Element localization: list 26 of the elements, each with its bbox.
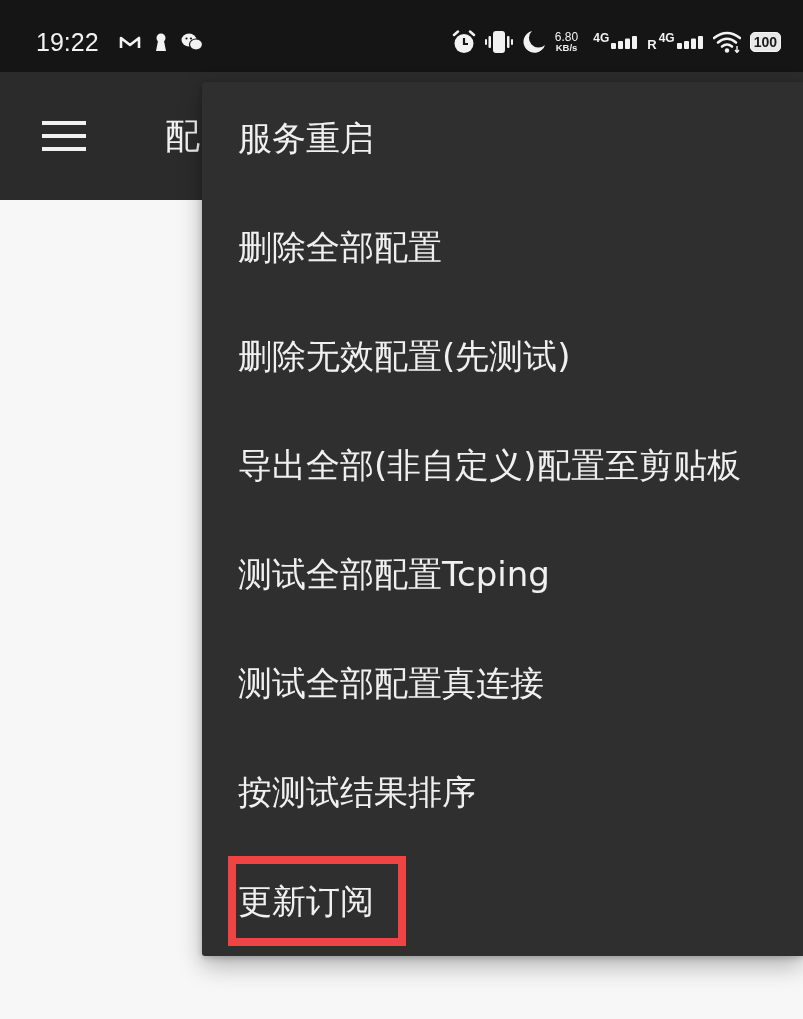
menu-item[interactable]: 按测试结果排序 <box>202 738 803 847</box>
network-speed-unit: KB/s <box>555 43 578 53</box>
network-type: 4G <box>658 31 675 44</box>
menu-item[interactable]: 删除全部配置 <box>202 193 803 302</box>
vibrate-icon <box>484 30 513 54</box>
chat-bubbles-icon <box>180 33 203 51</box>
wifi-icon <box>712 31 741 53</box>
signal-icon <box>676 35 704 49</box>
menu-item[interactable]: 测试全部配置Tcping <box>202 520 803 629</box>
clock-time: 19:22 <box>36 27 99 57</box>
roaming-indicator: R <box>647 36 657 52</box>
battery-level: 100 <box>749 32 781 52</box>
mail-icon <box>118 34 141 50</box>
signal-icon <box>611 35 639 49</box>
keyhole-icon <box>154 33 167 51</box>
alarm-clock-icon <box>451 30 476 54</box>
menu-item[interactable]: 测试全部配置真连接 <box>202 629 803 738</box>
menu-item[interactable]: 服务重启 <box>202 84 803 193</box>
menu-icon[interactable] <box>42 121 86 151</box>
menu-item[interactable]: 导出全部(非自定义)配置至剪贴板 <box>202 411 803 520</box>
moon-icon <box>521 30 546 54</box>
menu-item[interactable]: 更新订阅 <box>202 847 803 956</box>
network-type: 4G <box>593 31 610 44</box>
menu-item[interactable]: 删除无效配置(先测试) <box>202 302 803 411</box>
toolbar-title: 配 <box>165 114 200 158</box>
network-speed-value: 6.80 <box>554 31 579 44</box>
